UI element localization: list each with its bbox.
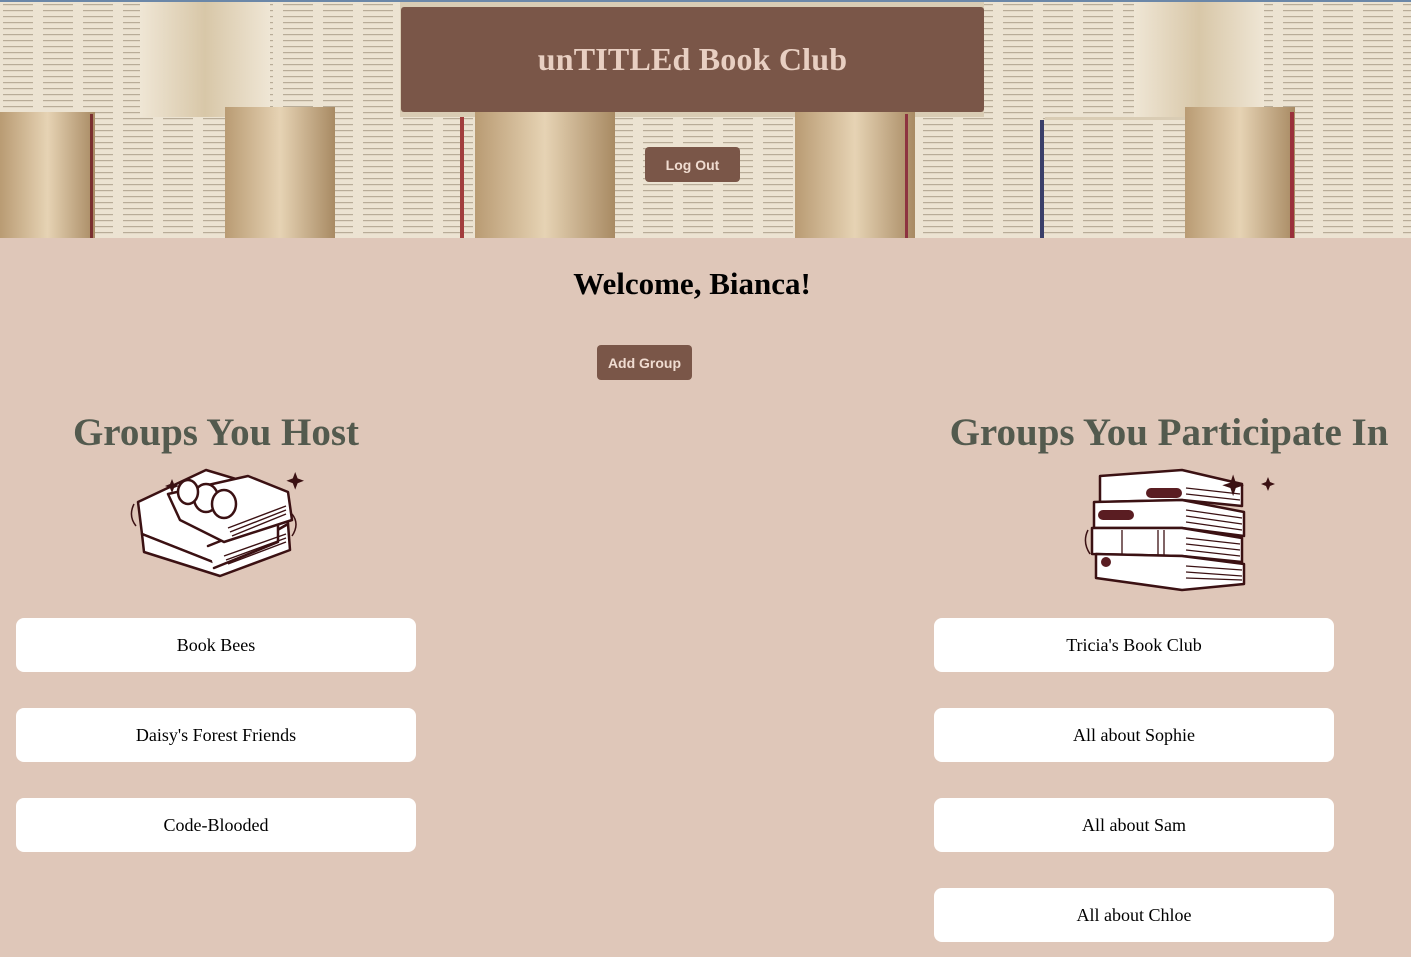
participating-groups-title: Groups You Participate In [949, 411, 1389, 454]
hosted-groups-title: Groups You Host [72, 411, 360, 454]
site-title-banner: unTITLEd Book Club [401, 7, 984, 112]
book-pile-icon [1084, 468, 1275, 592]
log-out-button[interactable]: Log Out [645, 147, 740, 182]
site-title: unTITLEd Book Club [537, 41, 848, 77]
add-group-button[interactable]: Add Group [597, 345, 692, 380]
hosted-group-card[interactable]: Book Bees [16, 618, 416, 672]
participating-group-card[interactable]: All about Sam [934, 798, 1334, 852]
welcome-heading: Welcome, Bianca! [573, 266, 811, 301]
participating-group-card[interactable]: All about Sophie [934, 708, 1334, 762]
participating-group-card[interactable]: Tricia's Book Club [934, 618, 1334, 672]
stacked-books-icon [130, 468, 304, 578]
hosted-group-card[interactable]: Daisy's Forest Friends [16, 708, 416, 762]
hosted-group-card[interactable]: Code-Blooded [16, 798, 416, 852]
participating-group-card[interactable]: All about Chloe [934, 888, 1334, 942]
